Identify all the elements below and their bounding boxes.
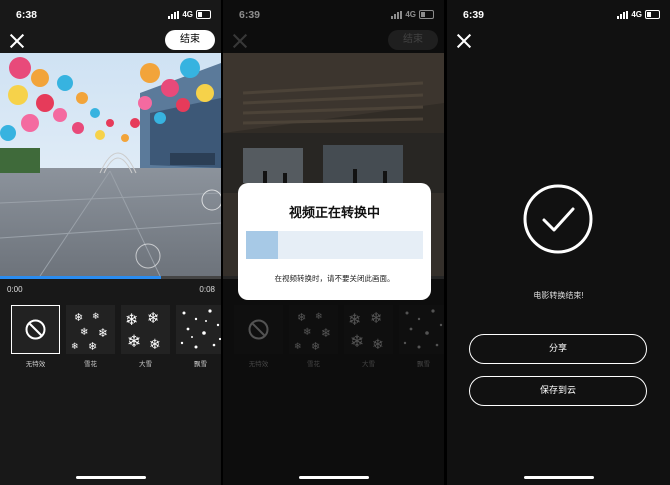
checkmark-icon [523,184,593,254]
editor-screen: 6:38 4G 结束 0:00 0:08 无特效 ❄ ❄ ❄ ❄ ❄ ❄ 雪花 … [0,0,221,485]
status-bar: 6:38 4G [0,0,221,30]
signal-icon [617,10,629,19]
conversion-progress-bar [246,231,423,259]
svg-text:❄: ❄ [71,342,79,352]
close-icon[interactable] [10,34,24,48]
video-progress-bar[interactable] [0,276,221,279]
share-button[interactable]: 分享 [469,334,647,364]
dialog-title: 视频正在转换中 [288,205,380,220]
svg-text:❄: ❄ [98,326,108,340]
home-indicator [523,476,594,479]
network-label: 4G [631,10,642,19]
svg-text:❄: ❄ [149,337,161,353]
status-bar: 6:39 4G [447,0,670,30]
finish-message: 电影转换结束! [533,291,584,300]
battery-icon [196,10,211,19]
svg-text:❄: ❄ [92,312,100,322]
svg-text:❄: ❄ [80,327,88,338]
home-indicator [75,476,146,479]
effect-heavy-snow[interactable]: ❄ ❄ ❄ ❄ 大雪 [121,305,170,368]
svg-text:❄: ❄ [74,311,83,324]
converting-dialog: 视频正在转换中 在视频转换时，请不要关闭此画面。 [238,183,431,300]
svg-text:❄: ❄ [125,310,138,329]
effect-label: 飘雪 [194,361,207,368]
done-button[interactable]: 结束 [165,30,215,50]
svg-text:❄: ❄ [127,332,141,352]
conversion-progress-fill [246,231,278,259]
effect-label: 大雪 [139,361,152,368]
no-effect-icon [25,319,46,340]
video-preview[interactable] [0,53,221,276]
signal-icon [168,10,180,19]
effect-none[interactable]: 无特效 [11,305,60,368]
save-to-cloud-button[interactable]: 保存到云 [469,376,647,406]
finished-screen: 6:39 4G 电影转换结束! 分享 保存到云 [447,0,670,485]
close-icon[interactable] [457,34,471,48]
time-end: 0:08 [199,285,215,294]
svg-text:❄: ❄ [147,309,160,327]
effect-label: 雪花 [84,361,97,368]
converting-screen: 6:39 4G 结束 无特效 ❄ ❄ ❄ ❄ ❄ ❄ 雪花 ❄ ❄ ❄ ❄ 大雪… [223,0,444,485]
time-start: 0:00 [7,285,23,294]
heavy-snow-icon: ❄ ❄ ❄ ❄ [125,309,161,353]
snowflake-icon: ❄ ❄ ❄ ❄ ❄ ❄ [71,311,108,353]
svg-text:❄: ❄ [88,340,97,353]
effect-snowflake[interactable]: ❄ ❄ ❄ ❄ ❄ ❄ 雪花 [66,305,115,368]
status-time: 6:39 [463,9,485,21]
battery-icon [645,10,660,19]
effect-label: 无特效 [25,361,46,368]
progress-fill [0,276,162,279]
effect-falling-snow[interactable]: 飘雪 [176,305,221,368]
dialog-message: 在视频转换时，请不要关闭此画面。 [274,274,395,283]
falling-snow-icon [180,309,221,349]
network-label: 4G [182,10,193,19]
effect-list: 无特效 ❄ ❄ ❄ ❄ ❄ ❄ 雪花 ❄ ❄ ❄ ❄ 大雪 飘雪 [11,305,221,368]
home-indicator [298,476,369,479]
status-time: 6:38 [16,9,38,21]
video-frame-balloons [0,53,221,276]
